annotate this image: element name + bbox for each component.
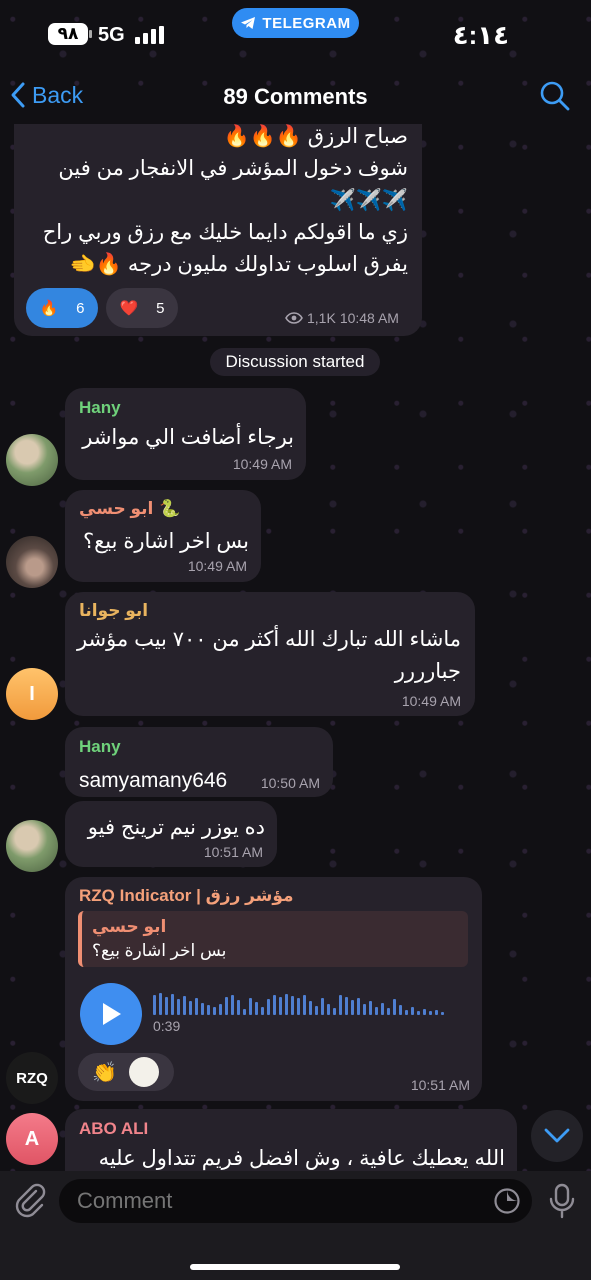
play-icon (103, 1003, 121, 1025)
reaction-fire[interactable]: 🔥 6 (26, 288, 98, 328)
telegram-pill-label: TELEGRAM (262, 14, 351, 32)
comment-time: 10:49 AM (232, 456, 292, 472)
comment-time: 10:49 AM (187, 558, 247, 574)
battery-indicator: ٩٨ (48, 23, 92, 45)
comment-bubble[interactable]: RZQ Indicator | مؤشر رزق ابو حسي بس اخر … (65, 877, 482, 1101)
avatar-abo-ali[interactable]: A (6, 1113, 58, 1165)
sender-name[interactable]: ABO ALI (79, 1119, 148, 1139)
sender-name[interactable]: 🐍 ابو حسي (79, 499, 181, 519)
page-title: 89 Comments (223, 84, 368, 109)
comment-text: الله يعطيك عافية ، وش افضل فريم تتداول ع… (98, 1147, 505, 1170)
sender-emoji: 🐍 (159, 499, 181, 518)
comment-text: بس اخر اشارة بيع؟ (82, 530, 249, 553)
post-line-1: صباح الرزق 🔥🔥🔥 (223, 125, 409, 148)
comment-text: برجاء أضافت الي مواشر (82, 426, 294, 449)
sender-name[interactable]: Hany (79, 398, 121, 418)
comment-bubble[interactable]: 🐍 ابو حسي بس اخر اشارة بيع؟ 10:49 AM (65, 490, 261, 582)
home-indicator[interactable] (190, 1264, 400, 1270)
post-line-2: شوف دخول المؤشر في الانفجار من فين (58, 157, 408, 180)
search-button[interactable] (539, 80, 571, 112)
comment-bubble[interactable]: ABO ALI الله يعطيك عافية ، وش افضل فريم … (65, 1109, 517, 1171)
clock: ٤:١٤ (452, 20, 509, 50)
comment-text: samyamany646 (79, 769, 228, 792)
network-type: 5G (98, 24, 125, 46)
discussion-started-badge: Discussion started (210, 348, 380, 376)
search-icon (540, 81, 570, 111)
sender-name[interactable]: ابو جوانا (79, 601, 148, 621)
post-meta: 1,1K 10:48 AM (285, 310, 399, 326)
reaction-count: 6 (76, 299, 85, 317)
reply-text: بس اخر اشارة بيع؟ (92, 941, 227, 960)
sender-name[interactable]: RZQ Indicator | مؤشر رزق (79, 886, 294, 906)
attach-button[interactable] (12, 1182, 48, 1218)
sticker-icon (494, 1188, 520, 1214)
avatar-hany[interactable] (6, 820, 58, 872)
reactor-avatar (128, 1057, 159, 1087)
comment-bubble[interactable]: ابو جوانا ماشاء الله تبارك الله أكثر من … (65, 592, 475, 716)
nav-bar: Back 89 Comments (0, 70, 591, 124)
sticker-button[interactable] (493, 1187, 521, 1215)
fire-icon: 🔥 (39, 300, 59, 317)
reaction-count: 5 (156, 299, 165, 317)
comment-bubble[interactable]: Hany samyamany646 10:50 AM (65, 727, 333, 797)
avatar-hany[interactable] (6, 434, 58, 486)
view-count: 1,1K (307, 310, 336, 326)
comment-text-continued: جبارررر (394, 660, 461, 683)
reaction-heart[interactable]: ❤️ 5 (106, 288, 178, 328)
telegram-icon (241, 17, 256, 29)
heart-icon: ❤️ (119, 300, 139, 317)
comment-time: 10:51 AM (410, 1077, 470, 1093)
chevron-down-icon (544, 1128, 570, 1143)
comment-text: ده يوزر نيم ترينج فيو (87, 816, 265, 839)
avatar-rzq-text: RZQ (16, 1069, 48, 1087)
scroll-to-bottom-button[interactable] (531, 1110, 583, 1162)
voice-duration: 0:39 (153, 1018, 181, 1034)
chat-list[interactable]: صباح الرزق 🔥🔥🔥 شوف دخول المؤشر في الانفج… (0, 124, 591, 1171)
comment-bubble[interactable]: ده يوزر نيم ترينج فيو 10:51 AM (65, 801, 277, 867)
voice-play-button[interactable] (80, 983, 142, 1045)
comment-time: 10:49 AM (401, 693, 461, 709)
comment-bubble[interactable]: Hany برجاء أضافت الي مواشر 10:49 AM (65, 388, 306, 480)
microphone-icon (549, 1183, 575, 1219)
eye-icon (285, 312, 303, 324)
reply-preview[interactable]: ابو حسي بس اخر اشارة بيع؟ (78, 911, 468, 967)
post-line-3: ✈️✈️✈️ (329, 189, 408, 212)
comment-time: 10:50 AM (260, 775, 320, 791)
sender-name[interactable]: Hany (79, 737, 121, 757)
clap-icon: 👏 (92, 1061, 117, 1084)
comment-text: ماشاء الله تبارك الله أكثر من ٧٠٠ بيب مؤ… (76, 628, 461, 651)
reaction-clap[interactable]: 👏 (78, 1053, 174, 1091)
post-line-5: يفرق اسلوب تداولك مليون درجه 🔥🫲 (69, 253, 408, 276)
comment-time: 10:51 AM (203, 844, 263, 860)
avatar-abu-juana[interactable]: I (6, 668, 58, 720)
reply-sender: ابو حسي (92, 917, 167, 936)
microphone-button[interactable] (545, 1183, 579, 1219)
voice-waveform[interactable] (153, 989, 458, 1017)
signal-icon (135, 26, 167, 44)
avatar-abu-hasi[interactable] (6, 536, 58, 588)
post-time: 10:48 AM (339, 310, 399, 326)
avatar-rzq[interactable]: RZQ (6, 1052, 58, 1104)
telegram-pill[interactable]: TELEGRAM (232, 8, 359, 38)
status-bar: ٩٨ 5G TELEGRAM ٤:١٤ (0, 0, 591, 70)
post-line-4: زي ما اقولكم دايما خليك مع رزق وربي راح (42, 221, 408, 244)
paperclip-icon (15, 1183, 46, 1218)
comment-input[interactable] (59, 1179, 532, 1223)
